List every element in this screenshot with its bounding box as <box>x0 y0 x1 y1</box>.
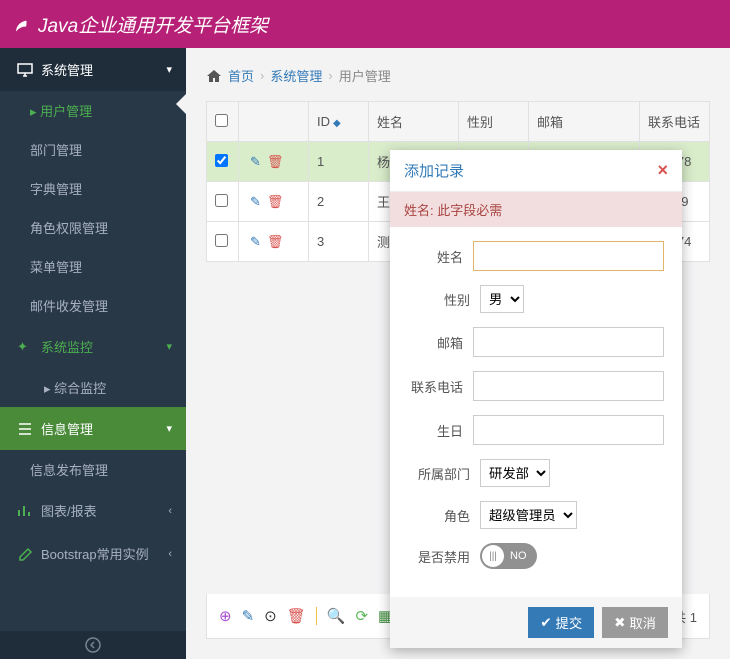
row-edit-button[interactable]: ✎ <box>250 194 261 209</box>
edit-icon <box>17 547 33 561</box>
row-delete-button[interactable]: 🗑 <box>267 154 284 169</box>
close-icon[interactable]: × <box>657 160 668 181</box>
select-all-checkbox[interactable] <box>215 114 228 127</box>
sidebar-monitor-overall[interactable]: ▸ 综合监控 <box>0 368 186 407</box>
chevron-left-icon: ‹ <box>168 548 172 560</box>
view-button[interactable]: ⊙ <box>264 607 277 625</box>
add-button[interactable]: ⊕ <box>219 607 232 625</box>
chevron-down-icon: ▾ <box>166 340 172 353</box>
row-checkbox[interactable] <box>215 234 228 247</box>
bar-chart-icon <box>17 504 33 518</box>
sidebar-info[interactable]: 信息管理 ▾ <box>0 407 186 450</box>
row-checkbox[interactable] <box>215 194 228 207</box>
add-record-modal: 添加记录 × 姓名: 此字段必需 姓名 性别男 邮箱 联系电话 生日 所属部门研… <box>390 150 682 648</box>
cancel-button[interactable]: ✖ 取消 <box>602 607 668 638</box>
row-edit-button[interactable]: ✎ <box>250 154 261 169</box>
disabled-toggle[interactable]: ||| NO <box>480 543 537 569</box>
search-button[interactable]: 🔍 <box>327 607 346 625</box>
sidebar-bootstrap[interactable]: Bootstrap常用实例 ‹ <box>0 532 186 575</box>
edit-button[interactable]: ✎ <box>242 607 255 625</box>
collapse-icon <box>84 636 102 654</box>
home-icon <box>206 69 222 83</box>
email-input[interactable] <box>473 327 664 357</box>
sidebar-info-publish[interactable]: 信息发布管理 <box>0 450 186 489</box>
list-icon <box>17 422 33 436</box>
chevron-down-icon: ▾ <box>166 63 172 76</box>
row-edit-button[interactable]: ✎ <box>250 234 261 249</box>
birthday-input[interactable] <box>473 415 664 445</box>
chevron-left-icon: ‹ <box>168 505 172 517</box>
breadcrumb-l1[interactable]: 系统管理 <box>270 66 322 85</box>
breadcrumb: 首页 › 系统管理 › 用户管理 <box>186 48 730 101</box>
role-select[interactable]: 超级管理员 <box>480 501 577 529</box>
sidebar-system[interactable]: 系统管理 ▾ <box>0 48 186 91</box>
toggle-knob-icon: ||| <box>482 545 504 567</box>
sidebar-item-mail[interactable]: 邮件收发管理 <box>0 286 186 325</box>
leaf-icon <box>12 14 32 34</box>
monitor-icon <box>17 63 33 77</box>
breadcrumb-home[interactable]: 首页 <box>228 66 254 85</box>
row-delete-button[interactable]: 🗑 <box>267 234 284 249</box>
breadcrumb-l2: 用户管理 <box>339 66 391 85</box>
sidebar-item-dict[interactable]: 字典管理 <box>0 169 186 208</box>
sidebar-monitor[interactable]: ✦ 系统监控 ▾ <box>0 325 186 368</box>
sidebar-chart[interactable]: 图表/报表 ‹ <box>0 489 186 532</box>
app-title: Java企业通用开发平台框架 <box>38 11 268 38</box>
modal-title: 添加记录 <box>404 160 657 181</box>
chevron-down-icon: ▾ <box>166 422 172 435</box>
submit-button[interactable]: ✔ 提交 <box>528 607 594 638</box>
delete-button[interactable]: 🗑 <box>287 607 306 625</box>
dept-select[interactable]: 研发部 <box>480 459 550 487</box>
sort-icon[interactable]: ◆ <box>333 118 341 129</box>
row-checkbox[interactable] <box>215 154 228 167</box>
pointer-icon <box>176 94 186 114</box>
sidebar-collapse[interactable] <box>0 631 186 659</box>
sidebar-item-role[interactable]: 角色权限管理 <box>0 208 186 247</box>
refresh-button[interactable]: ⟳ <box>355 607 368 625</box>
error-message: 姓名: 此字段必需 <box>390 192 682 227</box>
sidebar: 系统管理 ▾ ▸ 用户管理 部门管理 字典管理 角色权限管理 菜单管理 邮件收发… <box>0 48 186 659</box>
phone-input[interactable] <box>473 371 664 401</box>
sidebar-item-user[interactable]: ▸ 用户管理 <box>0 91 186 130</box>
sex-select[interactable]: 男 <box>480 285 524 313</box>
row-delete-button[interactable]: 🗑 <box>267 194 284 209</box>
sidebar-item-dept[interactable]: 部门管理 <box>0 130 186 169</box>
top-bar: Java企业通用开发平台框架 <box>0 0 730 48</box>
sidebar-item-menu[interactable]: 菜单管理 <box>0 247 186 286</box>
name-input[interactable] <box>473 241 664 271</box>
